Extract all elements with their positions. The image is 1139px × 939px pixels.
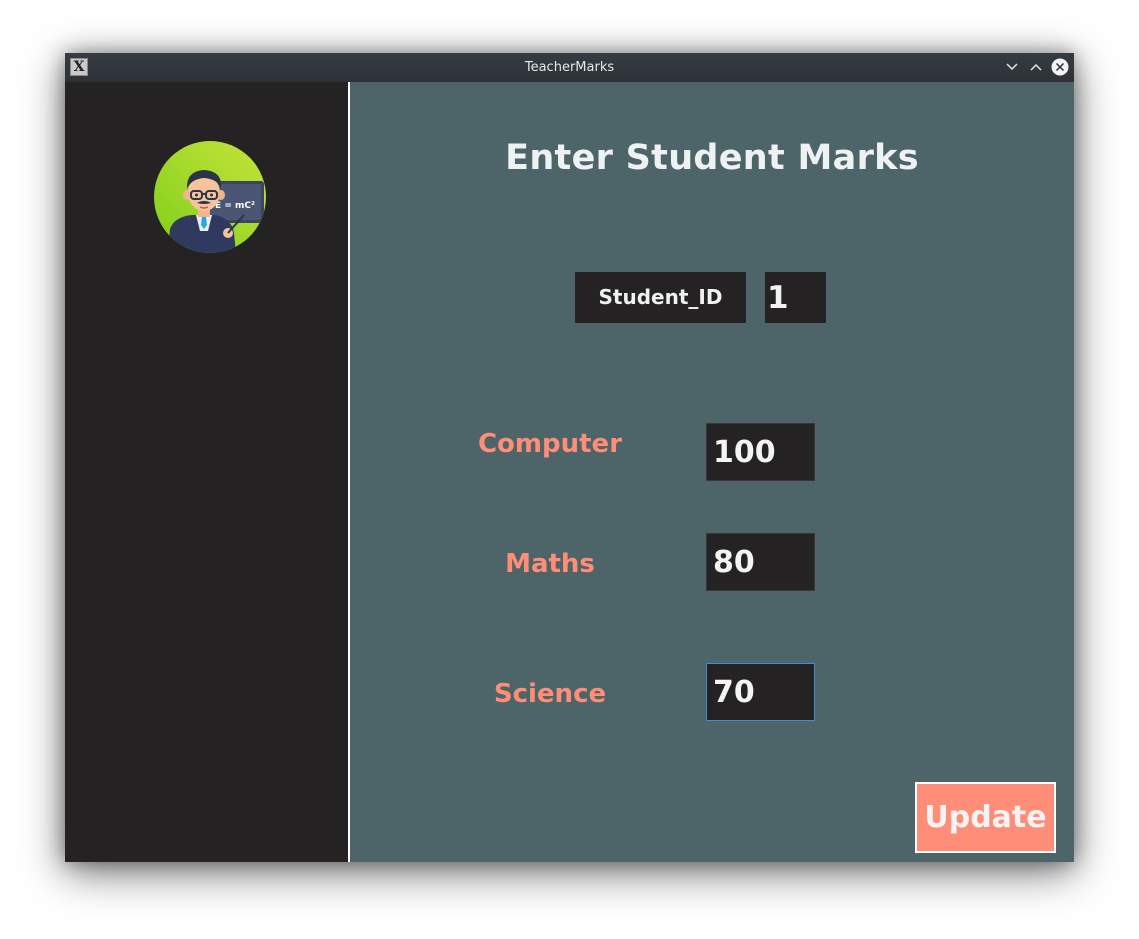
student-id-label: Student_ID [575, 272, 746, 323]
chevron-down-icon[interactable] [1003, 58, 1021, 76]
science-label: Science [493, 679, 607, 709]
sidebar: E = mC² [65, 82, 348, 862]
teacher-avatar-icon: E = mC² [154, 141, 266, 253]
computer-marks-field[interactable] [706, 423, 815, 481]
maths-label: Maths [505, 549, 595, 579]
close-icon[interactable] [1051, 58, 1069, 76]
page-title: Enter Student Marks [505, 138, 919, 178]
app-window: X TeacherMarks E = mC² Enter Student Mar… [65, 53, 1074, 862]
board-formula-text: E = mC² [215, 201, 255, 211]
update-button[interactable]: Update [915, 782, 1056, 853]
chevron-up-icon[interactable] [1027, 58, 1045, 76]
computer-label: Computer [477, 429, 623, 459]
science-marks-field[interactable] [706, 663, 815, 721]
maths-marks-field[interactable] [706, 533, 815, 591]
sidebar-divider [348, 82, 350, 862]
student-id-field[interactable] [765, 272, 826, 323]
title-bar: X TeacherMarks [65, 53, 1074, 82]
window-title: TeacherMarks [524, 60, 615, 75]
